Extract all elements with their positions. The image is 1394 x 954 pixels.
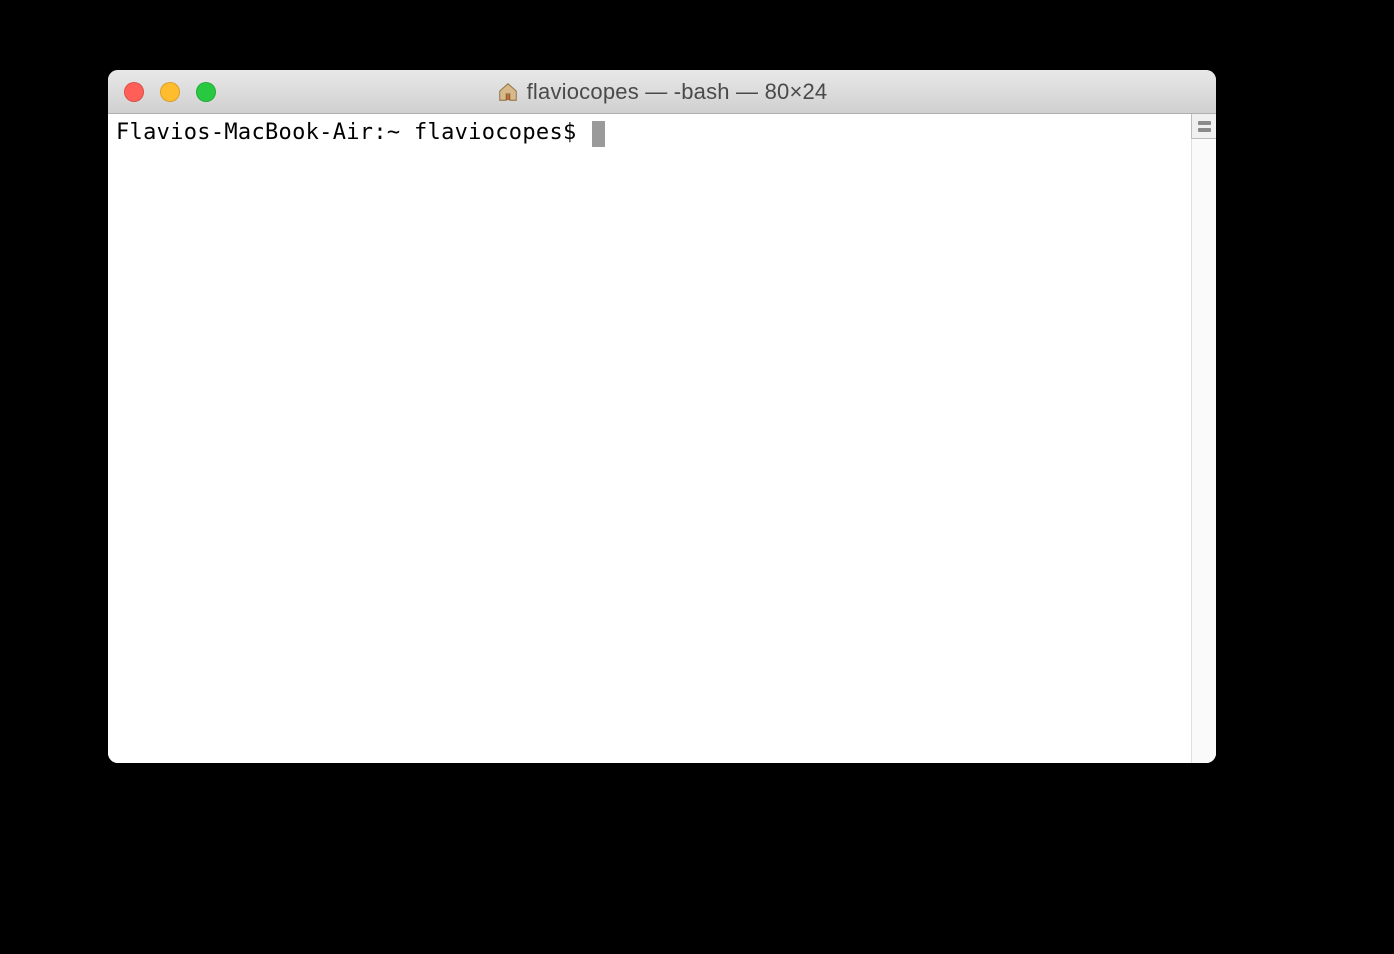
terminal-window: flaviocopes — -bash — 80×24 Flavios-MacB… xyxy=(108,70,1216,763)
scrollbar-corner-icon xyxy=(1191,114,1216,139)
text-cursor xyxy=(592,121,605,147)
traffic-lights xyxy=(108,82,216,102)
minimize-button[interactable] xyxy=(160,82,180,102)
close-button[interactable] xyxy=(124,82,144,102)
window-titlebar[interactable]: flaviocopes — -bash — 80×24 xyxy=(108,70,1216,114)
terminal-content[interactable]: Flavios-MacBook-Air:~ flaviocopes$ xyxy=(108,114,1191,763)
window-title: flaviocopes — -bash — 80×24 xyxy=(527,79,828,105)
terminal-body: Flavios-MacBook-Air:~ flaviocopes$ xyxy=(108,114,1216,763)
zoom-button[interactable] xyxy=(196,82,216,102)
window-title-container: flaviocopes — -bash — 80×24 xyxy=(108,79,1216,105)
vertical-scrollbar[interactable] xyxy=(1191,114,1216,763)
home-folder-icon xyxy=(497,81,519,103)
shell-prompt: Flavios-MacBook-Air:~ flaviocopes$ xyxy=(116,120,590,145)
